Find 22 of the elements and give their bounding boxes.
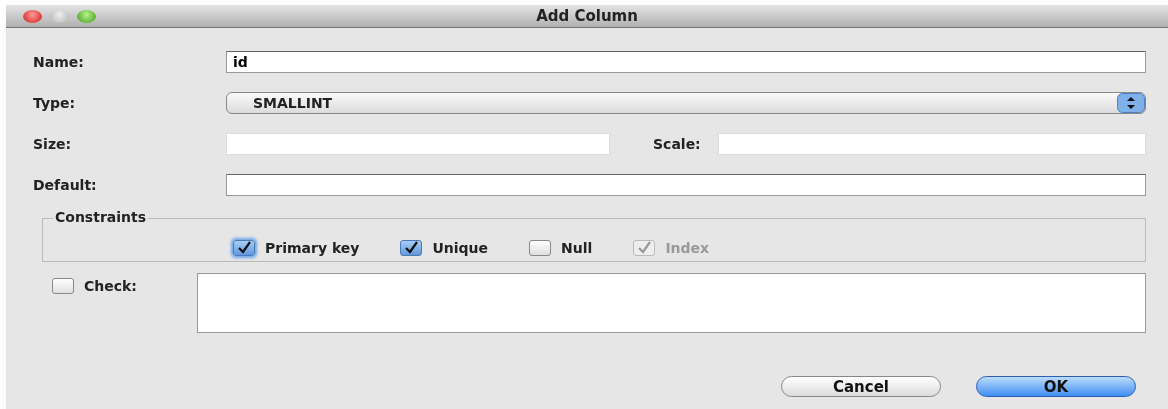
checkmark-icon bbox=[636, 241, 653, 255]
window-title: Add Column bbox=[535, 7, 639, 25]
group-title: Constraints bbox=[53, 209, 149, 225]
field-label: Scale: bbox=[652, 135, 702, 152]
checkbox-option[interactable]: Primary key bbox=[233, 240, 360, 256]
cancel-button[interactable]: Cancel bbox=[781, 376, 941, 397]
checkmark-icon bbox=[403, 241, 420, 255]
field-label: Name: bbox=[33, 53, 85, 70]
check-option[interactable]: Check: bbox=[33, 273, 197, 294]
field-label: Size: bbox=[33, 135, 73, 152]
zoom-button[interactable] bbox=[77, 9, 96, 23]
close-button[interactable] bbox=[23, 9, 42, 23]
checkbox-option[interactable]: Null bbox=[529, 240, 593, 256]
name-field[interactable]: id bbox=[226, 50, 1146, 73]
minimize-button[interactable] bbox=[50, 9, 69, 23]
checkbox-option[interactable]: Unique bbox=[400, 240, 489, 256]
checkmark-icon bbox=[236, 241, 252, 255]
ok-button[interactable]: OK bbox=[976, 376, 1136, 397]
field-label: Default: bbox=[33, 176, 98, 193]
field-label: Type: bbox=[33, 94, 77, 111]
type-dropdown[interactable]: SMALLINT bbox=[226, 91, 1146, 114]
stepper-icon bbox=[1117, 92, 1145, 113]
